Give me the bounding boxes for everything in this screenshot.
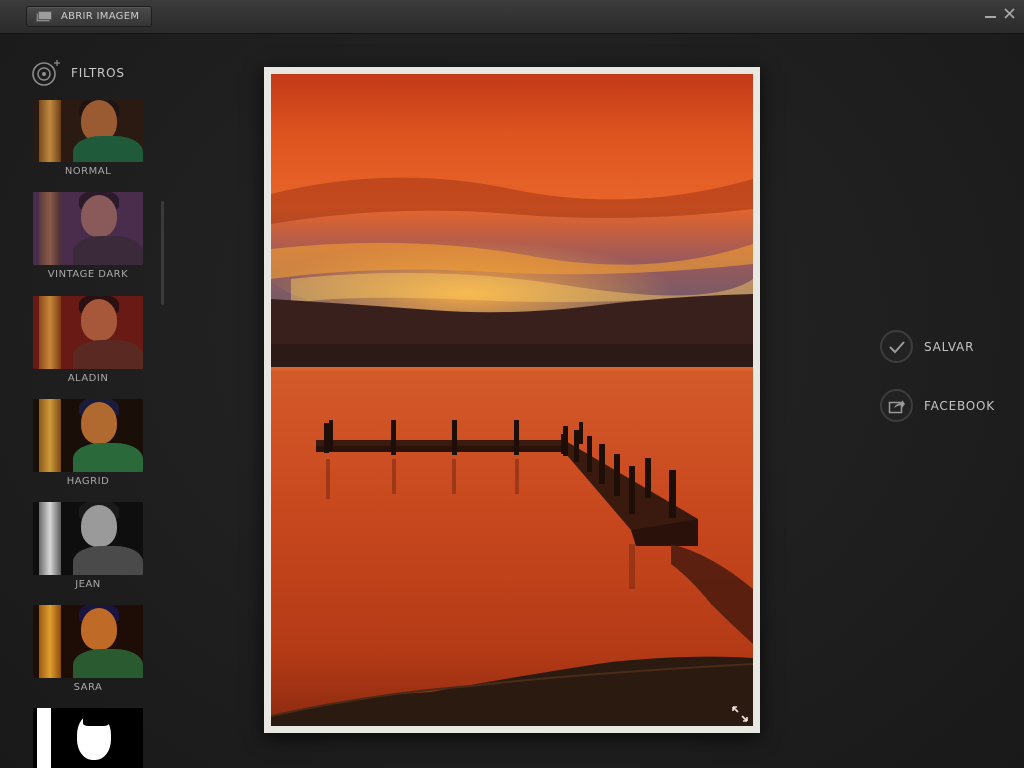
sunset-pier-photo [271,74,753,726]
filters-header: FILTROS [31,59,125,87]
filter-item-vintage-dark[interactable]: VINTAGE DARK [33,192,143,280]
checkmark-icon [880,330,913,363]
filter-label: JEAN [75,579,101,590]
filter-item-aladin[interactable]: ALADIN [33,296,143,384]
filter-thumbnail [33,192,143,265]
top-toolbar: ABRIR IMAGEM [0,0,1024,34]
filter-item-partial[interactable] [33,708,143,768]
minimize-button[interactable] [985,8,996,22]
filter-thumbnail [33,399,143,472]
filters-title: FILTROS [71,66,125,80]
filter-thumbnail [33,296,143,369]
photo-canvas [271,74,753,726]
share-icon [880,389,913,422]
filter-thumbnail [33,100,143,162]
filter-item-hagrid[interactable]: HAGRID [33,399,143,487]
filter-label: HAGRID [66,476,110,487]
filter-thumbnail [33,502,143,575]
filter-item-sara[interactable]: SARA [33,605,143,693]
filter-list-scrollbar[interactable] [161,201,164,305]
open-image-button[interactable]: ABRIR IMAGEM [26,6,152,27]
minimize-icon [985,16,996,18]
close-icon [1004,8,1015,19]
filter-label: ALADIN [67,373,109,384]
filter-thumbnail [33,605,143,678]
expand-icon[interactable] [731,705,749,723]
photo-frame [264,67,760,733]
facebook-label: FACEBOOK [924,398,995,413]
folder-icon [36,11,52,22]
filter-item-normal[interactable]: NORMAL [33,100,143,177]
save-label: SALVAR [924,339,975,354]
filter-thumbnail [33,708,143,768]
filter-label: NORMAL [64,166,112,177]
facebook-share-button[interactable]: FACEBOOK [880,389,995,422]
filter-label: SARA [73,682,103,693]
open-image-label: ABRIR IMAGEM [61,11,140,22]
filter-item-jean[interactable]: JEAN [33,502,143,590]
film-reel-icon [32,60,60,86]
save-button[interactable]: SALVAR [880,330,974,363]
filter-label: VINTAGE DARK [47,269,129,280]
filter-list[interactable]: NORMAL VINTAGE DARK ALADIN HAGRID JEAN S… [33,100,145,768]
close-button[interactable] [1004,8,1015,22]
